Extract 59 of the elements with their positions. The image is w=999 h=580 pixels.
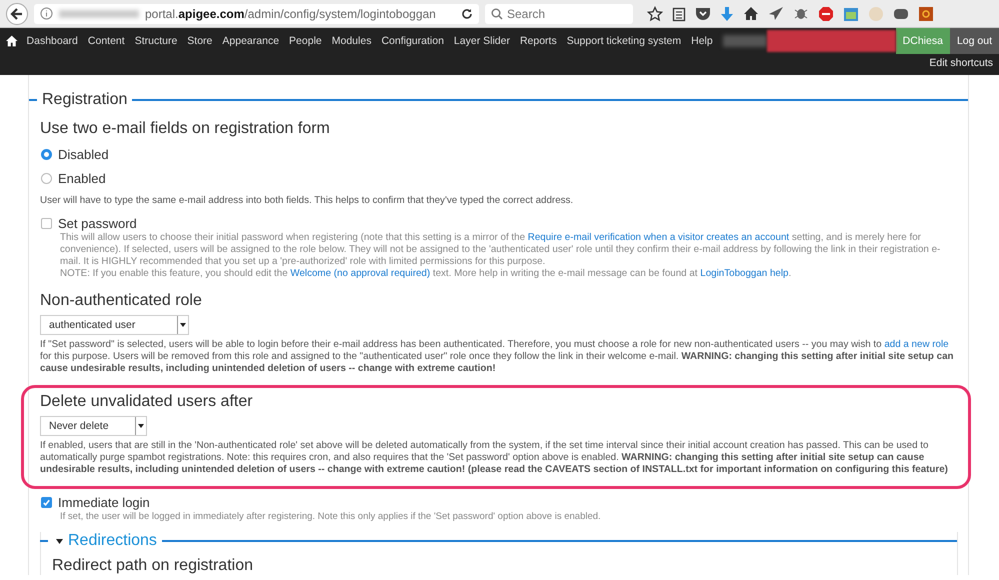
home-icon[interactable]	[743, 6, 759, 21]
menu-item[interactable]: Help	[691, 35, 713, 47]
caret-icon[interactable]	[56, 538, 63, 544]
menu-item[interactable]: Store	[187, 35, 212, 47]
menu-item[interactable]: People	[289, 35, 322, 47]
field-description: User will have to type the same e-mail address into both fields. This helps to confirm that they've typed the correct address.	[40, 195, 574, 207]
help-link[interactable]: LoginToboggan help	[700, 268, 789, 279]
checkbox[interactable]	[41, 218, 52, 229]
select-dropdown[interactable]: authenticated user	[40, 315, 190, 335]
menu-item[interactable]: Support ticketing system	[566, 35, 682, 47]
logout-link[interactable]: Log out	[950, 28, 999, 54]
url-text: portal.apigee.com/admin/config/system/logintoboggan	[145, 6, 437, 20]
field-description: If "Set password" is selected, users will be able to login before their e-mail address has been authenticated. Therefore, you must choose a role for new non-authenticated users -- you may wish to add a new role for this purpose. Users will be removed from this role and assigned to the "authenticated user" role once they follow the link in their welcome e-mail. WARNING: changing this setting after initial site setup can cause undesirable results, including unintended deletion of users -- change with extreme caution!	[40, 339, 955, 375]
search-field[interactable]: Search	[485, 4, 633, 24]
star-icon[interactable]	[647, 6, 663, 22]
back-arrow-icon	[10, 6, 24, 20]
field-title: Redirect path on registration	[52, 557, 254, 575]
field-description: If enabled, users that are still in the 'Non-authenticated role' set above will be deleted automatically from the system, if the set time interval since their initial account creation has passed. This can be used to automatically purge spambot registrations. Note: this requires cron, and also requires that the 'Set password' option above is enabled. WARNING: changing this setting after initial site setup can cause undesirable results, including unintended deletion of users -- change with extreme caution! (please read the CAVEATS section of INSTALL.txt for important information on configuring this feature)	[40, 440, 949, 476]
checkbox-label[interactable]: Immediate login	[58, 495, 150, 510]
checkbox-label[interactable]: Set password	[58, 216, 137, 231]
menu-item[interactable]: Appearance	[222, 35, 280, 47]
back-button[interactable]	[6, 2, 28, 24]
bug-icon[interactable]	[793, 6, 809, 21]
menu-item[interactable]: Layer Slider	[454, 35, 510, 47]
radio-label[interactable]: Disabled	[58, 147, 109, 162]
address-bar[interactable]: portal.apigee.com/admin/config/system/logintoboggan	[34, 4, 479, 24]
clipboard-icon[interactable]	[672, 6, 686, 22]
help-link[interactable]: Require e-mail verification when a visitor creates an account	[528, 232, 790, 243]
help-link[interactable]: Welcome (no approval required)	[290, 268, 430, 279]
menu-item[interactable]: Structure	[134, 35, 178, 47]
caret-icon	[138, 424, 144, 428]
menu-item[interactable]: Content	[88, 35, 125, 47]
shortcuts-link[interactable]: Edit shortcuts	[929, 57, 993, 69]
field-title: Delete unvalidated users after	[40, 393, 254, 411]
paper-plane-icon[interactable]	[768, 6, 784, 21]
home-icon[interactable]	[6, 35, 18, 47]
select-dropdown[interactable]: Never delete	[40, 416, 147, 436]
info-icon	[40, 7, 53, 20]
caret-icon	[180, 323, 186, 327]
menu-item[interactable]: Modules	[332, 35, 372, 47]
checkbox[interactable]	[41, 497, 52, 508]
search-icon	[491, 8, 503, 20]
menu-item[interactable]: Dashboard	[26, 35, 78, 47]
menu-item[interactable]: Configuration	[381, 35, 444, 47]
fieldset-legend: Registration	[42, 91, 128, 109]
field-description: This will allow users to choose their initial password when registering (note that this setting is a mirror of the Require e-mail verification when a visitor creates an account setting, and is merely here for convenience). If selected, users will be assigned to the role below. They will not be assigned to the 'authenticated user' role until they confirm their e-mail address by following the link in their registration e-mail. It is HIGHLY recommended that you set up a 'pre-authorized' role with limited permissions for this purpose. NOTE: If you enable this feature, you should edit the Welcome (no approval required) text. More help in writing the e-mail message can be found at LoginToboggan help.	[60, 232, 942, 280]
stop-sign-icon[interactable]	[818, 6, 834, 22]
square-icon[interactable]	[918, 6, 934, 22]
field-title: Use two e-mail fields on registration form	[40, 120, 331, 138]
field-description: If set, the user will be logged in immediately after registering. Note this only applies if the 'Set password' option above is enabled.	[60, 511, 602, 523]
help-link[interactable]: add a new role	[884, 339, 949, 350]
radio-label[interactable]: Enabled	[58, 171, 106, 186]
reload-icon[interactable]	[461, 8, 473, 20]
download-icon[interactable]	[720, 6, 734, 22]
menu-item[interactable]: Reports	[520, 35, 557, 47]
pocket-icon[interactable]	[695, 6, 711, 21]
radio-button[interactable]	[41, 173, 52, 184]
radio-button[interactable]	[41, 149, 52, 160]
field-title: Non-authenticated role	[40, 292, 203, 310]
